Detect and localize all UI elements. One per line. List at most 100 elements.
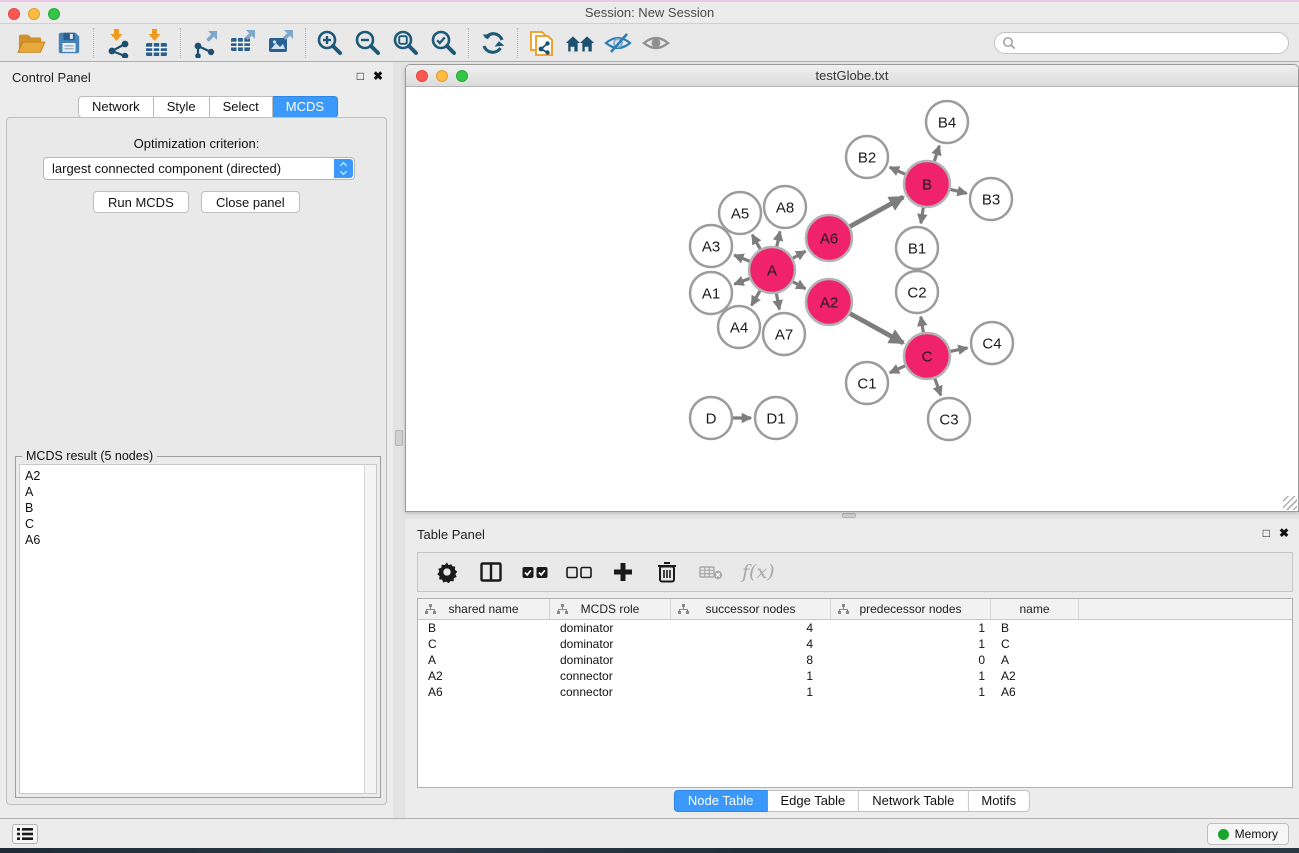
run-mcds-button[interactable]: Run MCDS [93,191,189,213]
mcds-result-item[interactable]: A6 [25,532,376,548]
function-builder-icon[interactable]: f(x) [742,561,775,583]
tab-edge-table[interactable]: Edge Table [767,790,859,812]
zoom-window-button[interactable] [456,70,468,82]
delete-table-icon[interactable] [696,557,726,587]
zoom-out-icon[interactable] [349,27,387,59]
node-table[interactable]: shared nameMCDS rolesuccessor nodesprede… [417,598,1293,788]
splitter-grip[interactable] [842,513,856,518]
export-network-icon[interactable] [186,27,224,59]
mcds-result-scrollbar[interactable] [364,464,377,794]
edge-C-C1[interactable] [890,366,905,373]
edge-A-A2[interactable] [793,282,806,289]
first-neighbors-icon[interactable] [561,27,599,59]
edge-A-A6[interactable] [793,251,806,258]
window-resize-grip[interactable] [1283,496,1297,510]
float-panel-icon[interactable]: □ [357,69,364,83]
graph-node-A6[interactable]: A6 [806,215,852,261]
close-panel-icon[interactable]: ✖ [1279,526,1289,540]
save-session-icon[interactable] [50,27,88,59]
edge-B-B1[interactable] [921,208,923,224]
zoom-fit-icon[interactable] [387,27,425,59]
close-window-button[interactable] [8,8,20,20]
splitter-grip[interactable] [395,430,403,446]
network-canvas[interactable]: B4B2BB3A5A8A6A3AB1A1C2A2A4A7CC4C1C3DD1 [406,87,1298,511]
vertical-splitter[interactable] [393,62,405,818]
edge-A-A8[interactable] [777,231,780,246]
import-network-icon[interactable] [99,27,137,59]
edge-A6-B[interactable] [850,197,903,226]
graph-node-A3[interactable]: A3 [690,225,732,267]
show-graphics-details-icon[interactable] [637,27,675,59]
memory-button[interactable]: Memory [1207,823,1289,845]
edge-A2-C[interactable] [850,314,903,343]
graph-node-D[interactable]: D [690,397,732,439]
zoom-selected-icon[interactable] [425,27,463,59]
hide-selected-icon[interactable] [599,27,637,59]
graph-node-A2[interactable]: A2 [806,279,852,325]
column-header-predecessor-nodes[interactable]: predecessor nodes [831,599,991,619]
edge-A-A5[interactable] [752,235,760,249]
select-stepper-icon[interactable] [334,159,353,178]
graph-node-B[interactable]: B [904,161,950,207]
import-table-icon[interactable] [137,27,175,59]
add-column-icon[interactable] [608,557,638,587]
tab-node-table[interactable]: Node Table [674,790,768,812]
graph-node-C4[interactable]: C4 [971,322,1013,364]
network-window-titlebar[interactable]: testGlobe.txt [406,65,1298,87]
edge-C-C4[interactable] [951,348,968,351]
mcds-result-item[interactable]: A2 [25,468,376,484]
table-row[interactable]: Bdominator41B [418,620,1292,636]
graph-node-C[interactable]: C [904,333,950,379]
tab-network-table[interactable]: Network Table [859,790,968,812]
tab-select[interactable]: Select [210,96,273,118]
select-all-columns-icon[interactable] [520,557,550,587]
split-panel-icon[interactable] [476,557,506,587]
new-network-from-selection-icon[interactable] [523,27,561,59]
column-header-MCDS-role[interactable]: MCDS role [550,599,671,619]
edge-A-A3[interactable] [734,255,749,261]
apply-layout-icon[interactable] [474,27,512,59]
minimize-window-button[interactable] [436,70,448,82]
deselect-all-columns-icon[interactable] [564,557,594,587]
table-row[interactable]: A2connector11A2 [418,668,1292,684]
mcds-result-item[interactable]: B [25,500,376,516]
table-row[interactable]: Adominator80A [418,652,1292,668]
edge-C-C3[interactable] [935,379,941,396]
close-panel-icon[interactable]: ✖ [373,69,383,83]
network-graph[interactable]: B4B2BB3A5A8A6A3AB1A1C2A2A4A7CC4C1C3DD1 [406,87,1298,511]
column-header-successor-nodes[interactable]: successor nodes [671,599,831,619]
column-header-name[interactable]: name [991,599,1079,619]
edge-B-B2[interactable] [890,167,905,174]
mcds-result-list[interactable]: A2ABCA6 [19,464,377,794]
graph-node-C2[interactable]: C2 [896,271,938,313]
mcds-result-item[interactable]: C [25,516,376,532]
window-stack-icon[interactable] [12,824,38,844]
tab-style[interactable]: Style [154,96,210,118]
column-header-shared-name[interactable]: shared name [418,599,550,619]
minimize-window-button[interactable] [28,8,40,20]
edge-B-B3[interactable] [950,189,966,193]
tab-network[interactable]: Network [78,96,154,118]
edge-A-A1[interactable] [734,278,749,284]
edge-B-B4[interactable] [934,146,939,161]
tab-motifs[interactable]: Motifs [968,790,1030,812]
search-input[interactable] [994,32,1289,54]
table-row[interactable]: Cdominator41C [418,636,1292,652]
graph-node-B2[interactable]: B2 [846,136,888,178]
graph-node-A5[interactable]: A5 [719,192,761,234]
graph-node-C1[interactable]: C1 [846,362,888,404]
edge-C-C2[interactable] [921,317,923,333]
float-panel-icon[interactable]: □ [1263,526,1270,540]
graph-node-B1[interactable]: B1 [896,227,938,269]
zoom-window-button[interactable] [48,8,60,20]
export-table-icon[interactable] [224,27,262,59]
table-row[interactable]: A6connector11A6 [418,684,1292,700]
tab-mcds[interactable]: MCDS [273,96,338,118]
optimization-criterion-select[interactable]: largest connected component (directed) [43,157,355,180]
table-settings-icon[interactable] [432,557,462,587]
zoom-in-icon[interactable] [311,27,349,59]
close-panel-button[interactable]: Close panel [201,191,300,213]
graph-node-A8[interactable]: A8 [764,186,806,228]
graph-node-A4[interactable]: A4 [718,306,760,348]
mcds-result-item[interactable]: A [25,484,376,500]
